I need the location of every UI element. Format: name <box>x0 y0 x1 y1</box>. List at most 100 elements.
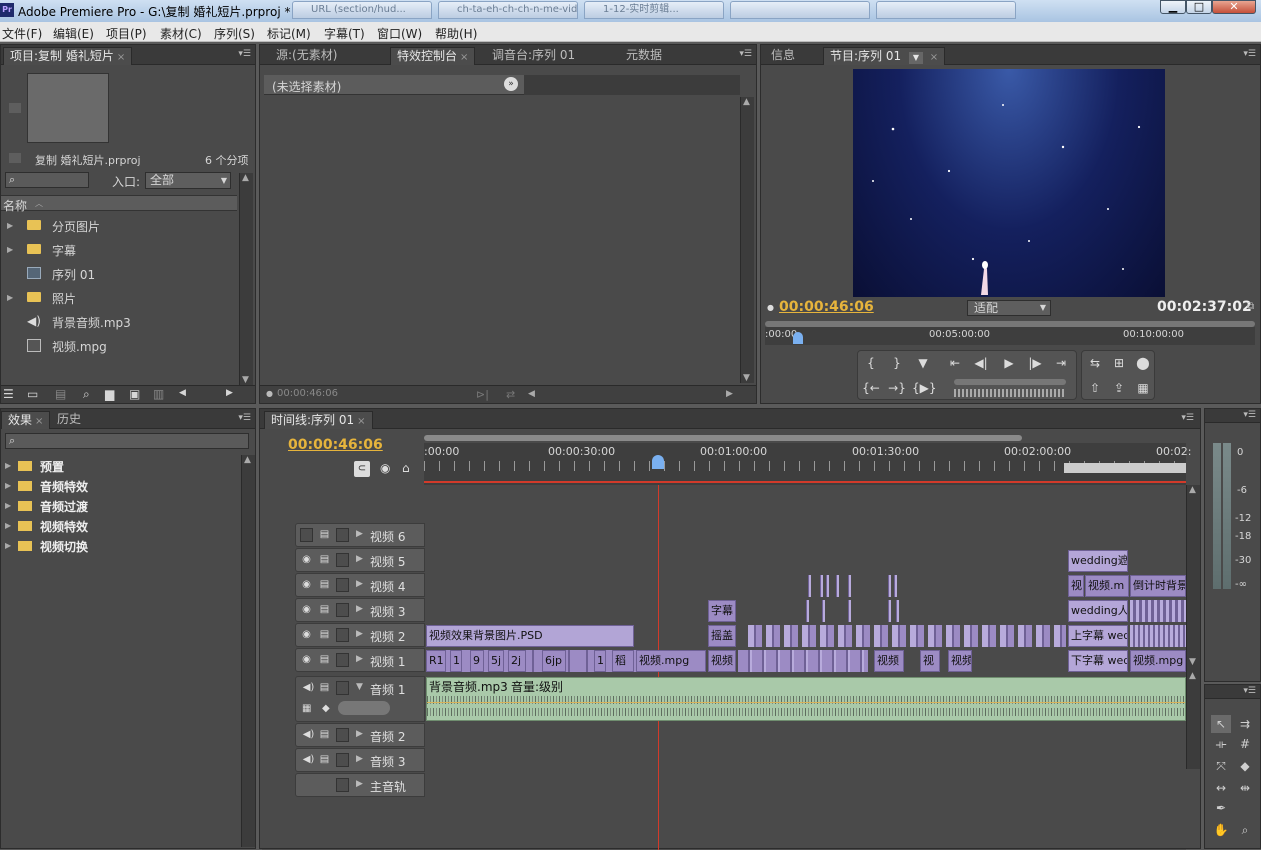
film-icon[interactable]: ▤ <box>318 553 331 566</box>
panel-menu-icon[interactable]: ▾☰ <box>1240 410 1256 422</box>
expand-triangle-icon[interactable]: ▶ <box>356 629 363 639</box>
tab-history[interactable]: 历史 <box>51 411 87 429</box>
lock-track-box[interactable] <box>336 753 349 767</box>
video-clip[interactable]: wedding遮 <box>1068 550 1128 572</box>
panel-menu-icon[interactable]: ▾☰ <box>1240 686 1256 698</box>
minimize-button[interactable]: ▁ <box>1160 0 1186 14</box>
clip-sliver[interactable] <box>820 575 823 597</box>
project-column-header[interactable]: 名称 ︿ <box>1 195 237 213</box>
keyframe-navigator[interactable] <box>338 701 390 715</box>
project-item-folder[interactable]: ▶ 照片 <box>1 287 237 309</box>
project-item-folder[interactable]: ▶ 分页图片 <box>1 215 237 237</box>
jog-wheel[interactable] <box>954 389 1066 397</box>
scroll-down-icon[interactable]: ▼ <box>242 375 249 385</box>
menu-edit[interactable]: 编辑(E) <box>53 25 94 42</box>
video-clip[interactable]: 上字幕 wed <box>1068 625 1128 647</box>
tab-effects[interactable]: 效果 × <box>1 411 51 429</box>
master-track-header[interactable]: ▶ 主音轨 <box>295 773 425 797</box>
video-clip[interactable]: 6jp <box>542 650 566 672</box>
clip-sliver[interactable] <box>888 600 891 622</box>
scroll-left-icon[interactable]: ◀ <box>528 389 535 399</box>
clip-group[interactable] <box>1130 625 1186 647</box>
video-clip[interactable]: 9 <box>470 650 484 672</box>
tab-info[interactable]: 信息 <box>765 47 801 65</box>
snap-icon[interactable]: ⊂ <box>354 461 370 477</box>
clip-group[interactable] <box>1130 600 1186 622</box>
film-icon[interactable]: ▤ <box>318 578 331 591</box>
lock-track-box[interactable] <box>336 603 349 617</box>
expand-triangle-icon[interactable]: ▶ <box>5 541 11 550</box>
effects-search-input[interactable]: ⌕ <box>5 433 249 449</box>
volume-dropdown[interactable]: 音量:级别 <box>511 678 563 695</box>
maximize-button[interactable]: □ <box>1186 0 1212 14</box>
set-marker-icon[interactable]: ◉ <box>380 461 390 475</box>
eye-icon[interactable]: ◉ <box>300 553 313 566</box>
step-icon[interactable]: ⊳| <box>476 388 489 401</box>
menu-marker[interactable]: 标记(M) <box>267 25 311 42</box>
sequence-marker-icon[interactable]: ⌂ <box>402 461 410 475</box>
scroll-up-icon[interactable]: ▲ <box>244 455 251 465</box>
close-icon[interactable]: × <box>357 416 365 427</box>
close-button[interactable]: ✕ <box>1212 0 1256 14</box>
clip-sliver[interactable] <box>826 575 829 597</box>
playhead-icon[interactable] <box>652 455 664 469</box>
speaker-icon[interactable]: ◀) <box>302 681 315 694</box>
sync-icon[interactable]: ▤ <box>318 681 331 694</box>
close-icon[interactable]: × <box>35 416 43 427</box>
playhead-icon[interactable] <box>793 332 803 344</box>
video-clip[interactable]: 视 <box>920 650 940 672</box>
work-area-bar[interactable] <box>1064 463 1186 473</box>
timeline-video-scrollbar[interactable]: ▲ ▼ ▲ <box>1186 485 1200 769</box>
lock-track-box[interactable] <box>336 653 349 667</box>
tab-timeline[interactable]: 时间线:序列 01 × <box>264 411 373 429</box>
panel-menu-icon[interactable]: ▾☰ <box>736 49 752 61</box>
fit-dropdown[interactable]: 适配 ▼ <box>967 300 1051 316</box>
keyframe-icon[interactable]: ▦ <box>302 703 311 714</box>
find-icon[interactable]: ⌕ <box>83 387 90 402</box>
scroll-down-icon[interactable]: ▼ <box>1189 657 1196 667</box>
menu-clip[interactable]: 素材(C) <box>160 25 202 42</box>
scroll-right-icon[interactable]: ▶ <box>726 389 733 399</box>
expand-triangle-icon[interactable]: ▶ <box>356 529 363 539</box>
video-clip[interactable]: 稻 <box>612 650 634 672</box>
ripple-edit-tool-icon[interactable]: ⟛ <box>1211 735 1231 753</box>
expand-timeline-icon[interactable]: » <box>504 77 518 91</box>
taskbar-tab[interactable]: ch-ta-eh-ch-ch-n-me-vid... <box>438 1 578 19</box>
track-select-tool-icon[interactable]: ⇉ <box>1235 715 1255 733</box>
expand-triangle-icon[interactable]: ▶ <box>356 754 363 764</box>
scroll-up-icon[interactable]: ▲ <box>1189 485 1196 495</box>
video-clip[interactable]: 视频.m <box>1085 575 1129 597</box>
effects-scrollbar[interactable]: ▲ <box>241 455 255 847</box>
loop-icon[interactable]: ⇆ <box>1084 353 1106 373</box>
lock-track-box[interactable] <box>336 578 349 592</box>
clip-sliver[interactable] <box>894 575 897 597</box>
project-item-audio[interactable]: ◀) 背景音频.mp3 <box>1 311 237 333</box>
video-track-header[interactable]: ◉ ▤ ▶ 视频 2 <box>295 623 425 647</box>
audio-track-header[interactable]: ◀) ▤ ▶ 音频 2 <box>295 723 425 747</box>
lock-track-box[interactable] <box>336 681 349 695</box>
new-bin-icon[interactable]: ▆ <box>105 387 114 401</box>
video-clip[interactable]: 字幕 <box>708 600 736 622</box>
automate-icon[interactable]: ▤ <box>55 387 66 401</box>
lift-icon[interactable]: ⇧ <box>1084 378 1106 398</box>
video-clip[interactable]: 1 <box>450 650 462 672</box>
pen-tool-icon[interactable]: ✒ <box>1211 799 1231 817</box>
panel-menu-icon[interactable]: ▾☰ <box>235 49 251 61</box>
shuttle-slider[interactable] <box>954 379 1066 385</box>
sync-icon[interactable]: ▤ <box>318 728 331 741</box>
lock-track-box[interactable] <box>336 553 349 567</box>
video-clip[interactable]: wedding人 <box>1068 600 1128 622</box>
close-icon[interactable]: × <box>460 52 468 63</box>
project-search-input[interactable]: ⌕ <box>5 172 89 188</box>
speaker-icon[interactable]: ◀) <box>302 728 315 741</box>
expand-triangle-icon[interactable]: ▶ <box>7 221 13 230</box>
panel-menu-icon[interactable]: ▾☰ <box>235 413 251 425</box>
scroll-up-icon[interactable]: ▲ <box>743 97 750 107</box>
scroll-up-icon[interactable]: ▲ <box>242 173 249 183</box>
expand-triangle-icon[interactable]: ▶ <box>356 554 363 564</box>
marker-icon[interactable]: ▼ <box>912 353 934 373</box>
output-icon[interactable]: ⬤ <box>1132 353 1154 373</box>
play-in-to-out-icon[interactable]: {▶} <box>912 378 937 398</box>
effects-category-video-transitions[interactable]: ▶ 视频切换 <box>1 537 237 557</box>
clip-sliver[interactable] <box>808 575 811 597</box>
